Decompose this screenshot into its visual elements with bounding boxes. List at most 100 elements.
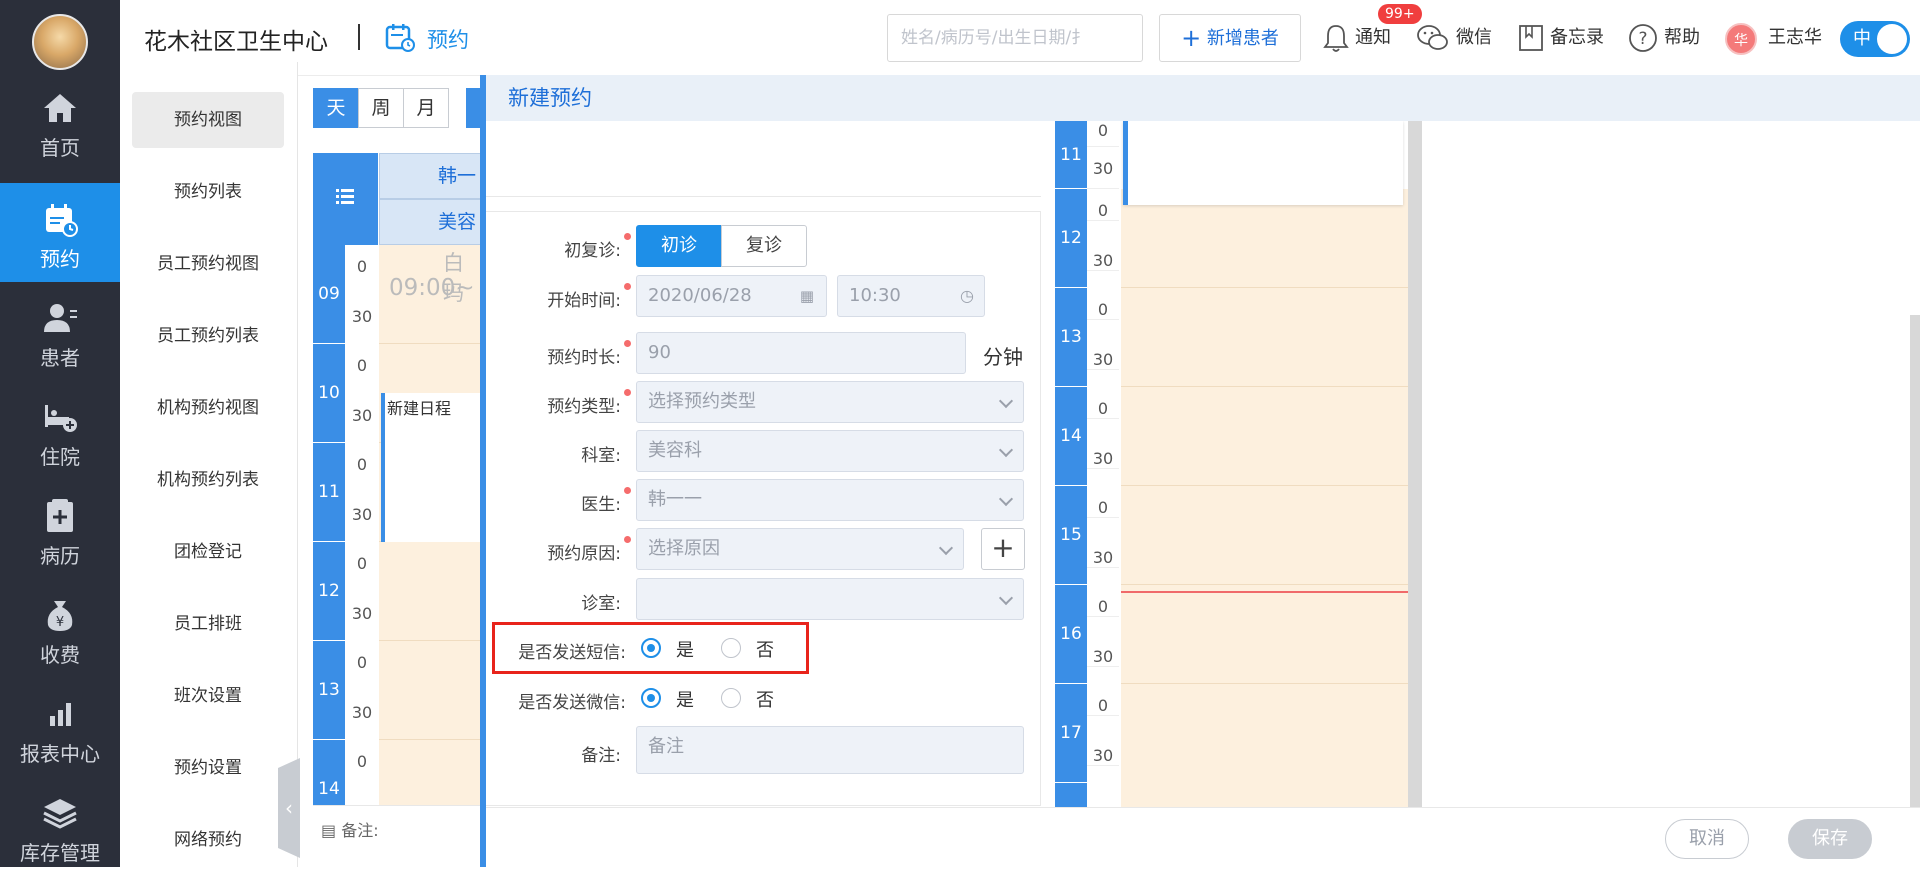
calendar-icon: ▦ xyxy=(799,287,814,305)
nav-item-inventory[interactable]: 库存管理 xyxy=(0,777,120,876)
time-slot[interactable] xyxy=(1121,486,1411,585)
hour-label: 17 xyxy=(1055,684,1087,783)
submenu-item[interactable]: 机构预约列表 xyxy=(132,452,284,508)
schedule-scrollbar[interactable] xyxy=(1408,121,1422,808)
doctor-schedule: 11 0 30 12 0 30 13 0 30 14 0 30 15 0 30 … xyxy=(1055,121,1425,808)
add-patient-button[interactable]: + 新增患者 xyxy=(1159,14,1301,62)
new-event-block[interactable] xyxy=(1123,121,1403,205)
nav-item-reports[interactable]: 报表中心 xyxy=(0,678,120,777)
tab-day[interactable]: 天 xyxy=(313,88,359,128)
svg-text:?: ? xyxy=(1638,29,1647,49)
return-visit-button[interactable]: 复诊 xyxy=(721,225,807,267)
submenu-item[interactable]: 预约列表 xyxy=(132,164,284,220)
time-slot[interactable] xyxy=(1121,387,1411,486)
room-select[interactable] xyxy=(636,578,1024,620)
dept-column-header: 美容 xyxy=(379,199,483,245)
svg-text:¥: ¥ xyxy=(56,615,64,630)
notify-button[interactable]: 通知 xyxy=(1323,20,1391,56)
time-slot[interactable] xyxy=(1121,585,1411,684)
collapse-submenu-button[interactable]: ‹ xyxy=(278,758,300,858)
panel-scrollbar[interactable] xyxy=(1910,315,1920,807)
hour-label: 13 xyxy=(1055,288,1087,387)
nav-item-billing[interactable]: ¥ 收费 xyxy=(0,579,120,678)
hour-label-partial xyxy=(1055,783,1087,808)
duration-unit: 分钟 xyxy=(983,345,1023,369)
tab-month[interactable]: 月 xyxy=(403,88,449,128)
tab-week[interactable]: 周 xyxy=(358,88,404,128)
time-slot[interactable] xyxy=(379,542,483,641)
submenu-item[interactable]: 班次设置 xyxy=(132,668,284,724)
minute-label: 30 xyxy=(1087,159,1119,189)
wechat-no-radio[interactable] xyxy=(721,688,741,708)
submenu-item[interactable]: 员工预约视图 xyxy=(132,236,284,292)
nav-item-home[interactable]: 首页 xyxy=(0,72,120,171)
notify-badge: 99+ xyxy=(1378,4,1422,24)
appointment-type-select[interactable]: 选择预约类型 xyxy=(636,381,1024,423)
duration-input[interactable]: 90 xyxy=(636,332,966,374)
add-reason-button[interactable]: + xyxy=(981,528,1025,570)
memo-button[interactable]: 备忘录 xyxy=(1518,20,1604,56)
nav-label: 病历 xyxy=(40,544,80,568)
minute-label: 0 xyxy=(1087,300,1119,320)
toggle-knob xyxy=(1877,24,1907,54)
start-time-input[interactable]: 10:30 ◷ xyxy=(837,275,985,317)
wechat-label: 微信 xyxy=(1456,27,1492,48)
minute-label: 30 xyxy=(1087,647,1119,667)
submenu-item[interactable]: 机构预约视图 xyxy=(132,380,284,436)
time-slot[interactable] xyxy=(1121,684,1411,808)
submenu-item[interactable]: 员工预约列表 xyxy=(132,308,284,364)
user-avatar[interactable]: 华 xyxy=(1725,23,1757,55)
time-slot[interactable] xyxy=(1121,288,1411,387)
wechat-button[interactable]: 微信 xyxy=(1416,20,1492,56)
department-select[interactable]: 美容科 xyxy=(636,430,1024,472)
minute-label: 0 xyxy=(356,653,368,672)
help-button[interactable]: ? 帮助 xyxy=(1628,20,1700,56)
org-avatar[interactable] xyxy=(32,14,88,70)
nav-item-appointment[interactable]: 预约 xyxy=(0,183,120,282)
start-date-input[interactable]: 2020/06/28 ▦ xyxy=(636,275,827,317)
submenu-item[interactable]: 团检登记 xyxy=(132,524,284,580)
new-event-label: 新建日程 xyxy=(387,399,452,418)
submenu-item[interactable]: 预约视图 xyxy=(132,92,284,148)
department-label: 科室: xyxy=(581,446,621,466)
language-toggle[interactable]: 中 xyxy=(1840,21,1910,57)
new-event-block[interactable]: 新建日程 xyxy=(381,393,483,542)
bed-icon xyxy=(45,405,77,432)
wechat-yes-label: 是 xyxy=(676,690,694,711)
first-visit-button[interactable]: 初诊 xyxy=(636,225,722,267)
hour-label: 13 xyxy=(313,641,345,740)
time-slot[interactable] xyxy=(379,641,483,740)
patient-search-input[interactable]: 姓名/病历号/出生日期/扌 xyxy=(887,14,1143,62)
reason-label: 预约原因: xyxy=(486,536,631,564)
nav-item-inpatient[interactable]: 住院 xyxy=(0,381,120,480)
nav-item-patient[interactable]: 患者 xyxy=(0,282,120,381)
submenu-item[interactable]: 员工排班 xyxy=(132,596,284,652)
nav-label: 库存管理 xyxy=(20,841,100,865)
minute-label: 0 xyxy=(356,356,368,375)
nav-item-record[interactable]: 病历 xyxy=(0,480,120,579)
highlight-box xyxy=(492,622,809,674)
home-icon xyxy=(44,94,76,122)
cancel-button[interactable]: 取消 xyxy=(1665,819,1749,859)
doctor-value: 韩一一 xyxy=(648,489,702,510)
hour-label: 11 xyxy=(313,443,345,542)
submenu-item[interactable]: 网络预约 xyxy=(132,812,284,868)
wechat-yes-radio[interactable] xyxy=(641,688,661,708)
user-name[interactable]: 王志华 xyxy=(1768,20,1822,56)
start-time-value: 10:30 xyxy=(849,285,901,306)
time-slot[interactable] xyxy=(379,740,483,805)
list-toggle-button[interactable] xyxy=(313,153,378,245)
submenu-item[interactable]: 预约设置 xyxy=(132,740,284,796)
start-date-value: 2020/06/28 xyxy=(648,285,752,306)
reason-select[interactable]: 选择原因 xyxy=(636,528,964,570)
minute-label: 30 xyxy=(351,307,373,326)
hour-label: 12 xyxy=(313,542,345,641)
toolbar-button[interactable] xyxy=(466,88,480,128)
save-button[interactable]: 保存 xyxy=(1788,819,1872,859)
remark-textarea[interactable]: 备注 xyxy=(636,726,1024,774)
add-patient-label: 新增患者 xyxy=(1206,28,1279,49)
doctor-select[interactable]: 韩一一 xyxy=(636,479,1024,521)
event-time[interactable]: 09:00~ xyxy=(389,275,475,301)
calendar-icon xyxy=(46,204,78,237)
document-icon: ▤ xyxy=(321,821,337,840)
